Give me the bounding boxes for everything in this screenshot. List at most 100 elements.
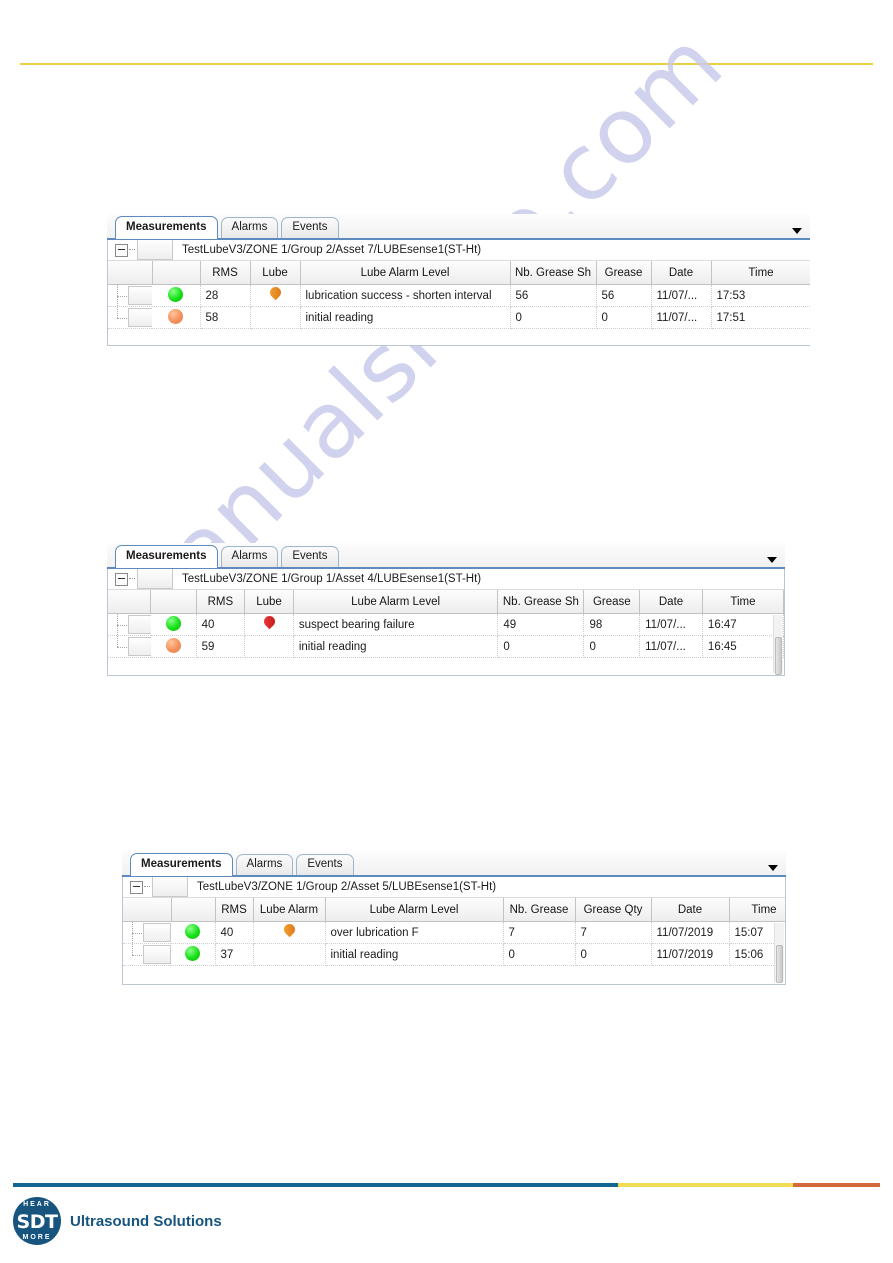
tab-measurements[interactable]: Measurements (115, 216, 218, 239)
grid-header-row: RMS Lube Lube Alarm Level Nb. Grease Sh … (108, 261, 810, 285)
col-header-lube-alarm[interactable]: Lube Alarm (253, 898, 326, 922)
status-badge (150, 635, 197, 658)
tree-path-label: TestLubeV3/ZONE 1/Group 2/Asset 5/LUBEse… (197, 881, 497, 893)
panel-body: TestLubeV3/ZONE 1/Group 2/Asset 7/LUBEse… (107, 240, 810, 346)
cell-alarm-level: lubrication success - shorten interval (300, 284, 511, 307)
footer-rule-blue (13, 1183, 618, 1187)
tab-measurements[interactable]: Measurements (130, 853, 233, 876)
tree-node-button[interactable] (137, 569, 173, 589)
tree-path-row: TestLubeV3/ZONE 1/Group 2/Asset 7/LUBEse… (108, 240, 810, 261)
collapse-icon[interactable] (115, 243, 128, 257)
col-header-time[interactable]: Time (702, 590, 784, 614)
cell-alarm-level: initial reading (325, 943, 504, 966)
vertical-scrollbar[interactable] (774, 923, 784, 983)
col-header-gutter[interactable] (108, 261, 153, 285)
chevron-down-icon[interactable] (767, 557, 777, 563)
tab-bar: Measurements Alarms Events (122, 851, 786, 877)
logo-hear-text: HEAR (23, 1201, 51, 1208)
col-header-time[interactable]: Time (729, 898, 785, 922)
tab-events[interactable]: Events (296, 854, 354, 875)
tab-alarms[interactable]: Alarms (220, 546, 279, 567)
logo-sdt-text: SDT (16, 1211, 58, 1233)
chevron-down-icon[interactable] (792, 228, 802, 234)
col-header-date[interactable]: Date (639, 590, 703, 614)
cell-lube-icon (244, 613, 294, 636)
cell-alarm-level: over lubrication F (325, 921, 504, 944)
col-header-lube-alarm-level[interactable]: Lube Alarm Level (300, 261, 511, 285)
col-header-rms[interactable]: RMS (196, 590, 246, 614)
cell-grease: 98 (583, 613, 641, 636)
logo-tagline: Ultrasound Solutions (70, 1212, 222, 1230)
cell-lube-icon (253, 921, 326, 944)
col-header-gutter[interactable] (108, 590, 152, 614)
tab-events[interactable]: Events (281, 217, 339, 238)
table-row[interactable]: 37 initial reading 0 0 11/07/2019 15:06 (123, 943, 785, 966)
cell-rms: 59 (196, 635, 246, 658)
tab-alarms[interactable]: Alarms (235, 854, 294, 875)
status-green-icon (165, 615, 181, 631)
col-header-date[interactable]: Date (651, 898, 730, 922)
tree-path-label: TestLubeV3/ZONE 1/Group 2/Asset 7/LUBEse… (182, 244, 482, 256)
cell-nb-grease: 56 (510, 284, 597, 307)
col-header-time[interactable]: Time (711, 261, 810, 285)
chevron-down-icon[interactable] (768, 865, 778, 871)
footer-rule (13, 1183, 880, 1187)
cell-date: 11/07/... (639, 635, 703, 658)
col-header-gutter[interactable] (123, 898, 172, 922)
tab-measurements[interactable]: Measurements (115, 545, 218, 568)
grid-header-row: RMS Lube Lube Alarm Level Nb. Grease Sh … (108, 590, 784, 614)
col-header-nb-grease[interactable]: Nb. Grease (503, 898, 576, 922)
table-row[interactable]: 28 lubrication success - shorten interva… (108, 284, 810, 307)
table-row[interactable]: 40 over lubrication F 7 7 11/07/2019 15:… (123, 921, 785, 944)
col-header-lube[interactable]: Lube (250, 261, 301, 285)
grid-header-row: RMS Lube Alarm Lube Alarm Level Nb. Grea… (123, 898, 785, 922)
table-row[interactable]: 58 initial reading 0 0 11/07/... 17:51 (108, 306, 810, 329)
tree-node-button[interactable] (137, 240, 173, 260)
cell-rms: 37 (215, 943, 254, 966)
status-badge (152, 284, 201, 307)
collapse-icon[interactable] (115, 572, 128, 586)
cell-nb-grease: 0 (510, 306, 597, 329)
cell-grease: 0 (596, 306, 652, 329)
col-header-lube-alarm-level[interactable]: Lube Alarm Level (293, 590, 499, 614)
col-header-lube-alarm-level[interactable]: Lube Alarm Level (325, 898, 504, 922)
col-header-grease[interactable]: Grease (583, 590, 641, 614)
cell-time: 16:45 (702, 635, 784, 658)
measurements-panel-asset-5: Measurements Alarms Events TestLubeV3/ZO… (122, 851, 786, 985)
tree-connector (129, 249, 135, 251)
col-header-grease[interactable]: Grease (596, 261, 652, 285)
cell-time: 16:47 (702, 613, 784, 636)
lube-drop-orange-icon (267, 284, 283, 301)
collapse-icon[interactable] (130, 880, 143, 894)
cell-time: 17:51 (711, 306, 810, 329)
cell-rms: 58 (200, 306, 251, 329)
status-orange-icon (165, 637, 181, 653)
cell-nb-grease: 0 (503, 943, 576, 966)
col-header-status[interactable] (152, 261, 201, 285)
scrollbar-thumb[interactable] (776, 945, 783, 983)
tab-events[interactable]: Events (281, 546, 339, 567)
status-badge (171, 921, 216, 944)
scrollbar-thumb[interactable] (775, 637, 782, 675)
measurements-grid: RMS Lube Alarm Lube Alarm Level Nb. Grea… (123, 898, 785, 966)
tree-node-button[interactable] (152, 877, 188, 897)
col-header-status[interactable] (171, 898, 216, 922)
status-green-icon (185, 945, 201, 961)
col-header-lube[interactable]: Lube (244, 590, 294, 614)
table-row[interactable]: 40 suspect bearing failure 49 98 11/07/.… (108, 613, 784, 636)
col-header-rms[interactable]: RMS (200, 261, 251, 285)
table-row[interactable]: 59 initial reading 0 0 11/07/... 16:45 (108, 635, 784, 658)
vertical-scrollbar[interactable] (773, 615, 783, 675)
panel-body: TestLubeV3/ZONE 1/Group 2/Asset 5/LUBEse… (122, 877, 786, 985)
measurements-grid: RMS Lube Lube Alarm Level Nb. Grease Sh … (108, 261, 810, 329)
cell-date: 11/07/... (651, 284, 712, 307)
col-header-status[interactable] (150, 590, 197, 614)
col-header-rms[interactable]: RMS (215, 898, 254, 922)
measurements-panel-asset-4: Measurements Alarms Events TestLubeV3/ZO… (107, 543, 785, 676)
col-header-nb-grease[interactable]: Nb. Grease Sh (510, 261, 597, 285)
tab-alarms[interactable]: Alarms (220, 217, 279, 238)
col-header-date[interactable]: Date (651, 261, 712, 285)
col-header-nb-grease[interactable]: Nb. Grease Sh (497, 590, 585, 614)
col-header-grease-qty[interactable]: Grease Qty (575, 898, 652, 922)
cell-alarm-level: initial reading (300, 306, 511, 329)
